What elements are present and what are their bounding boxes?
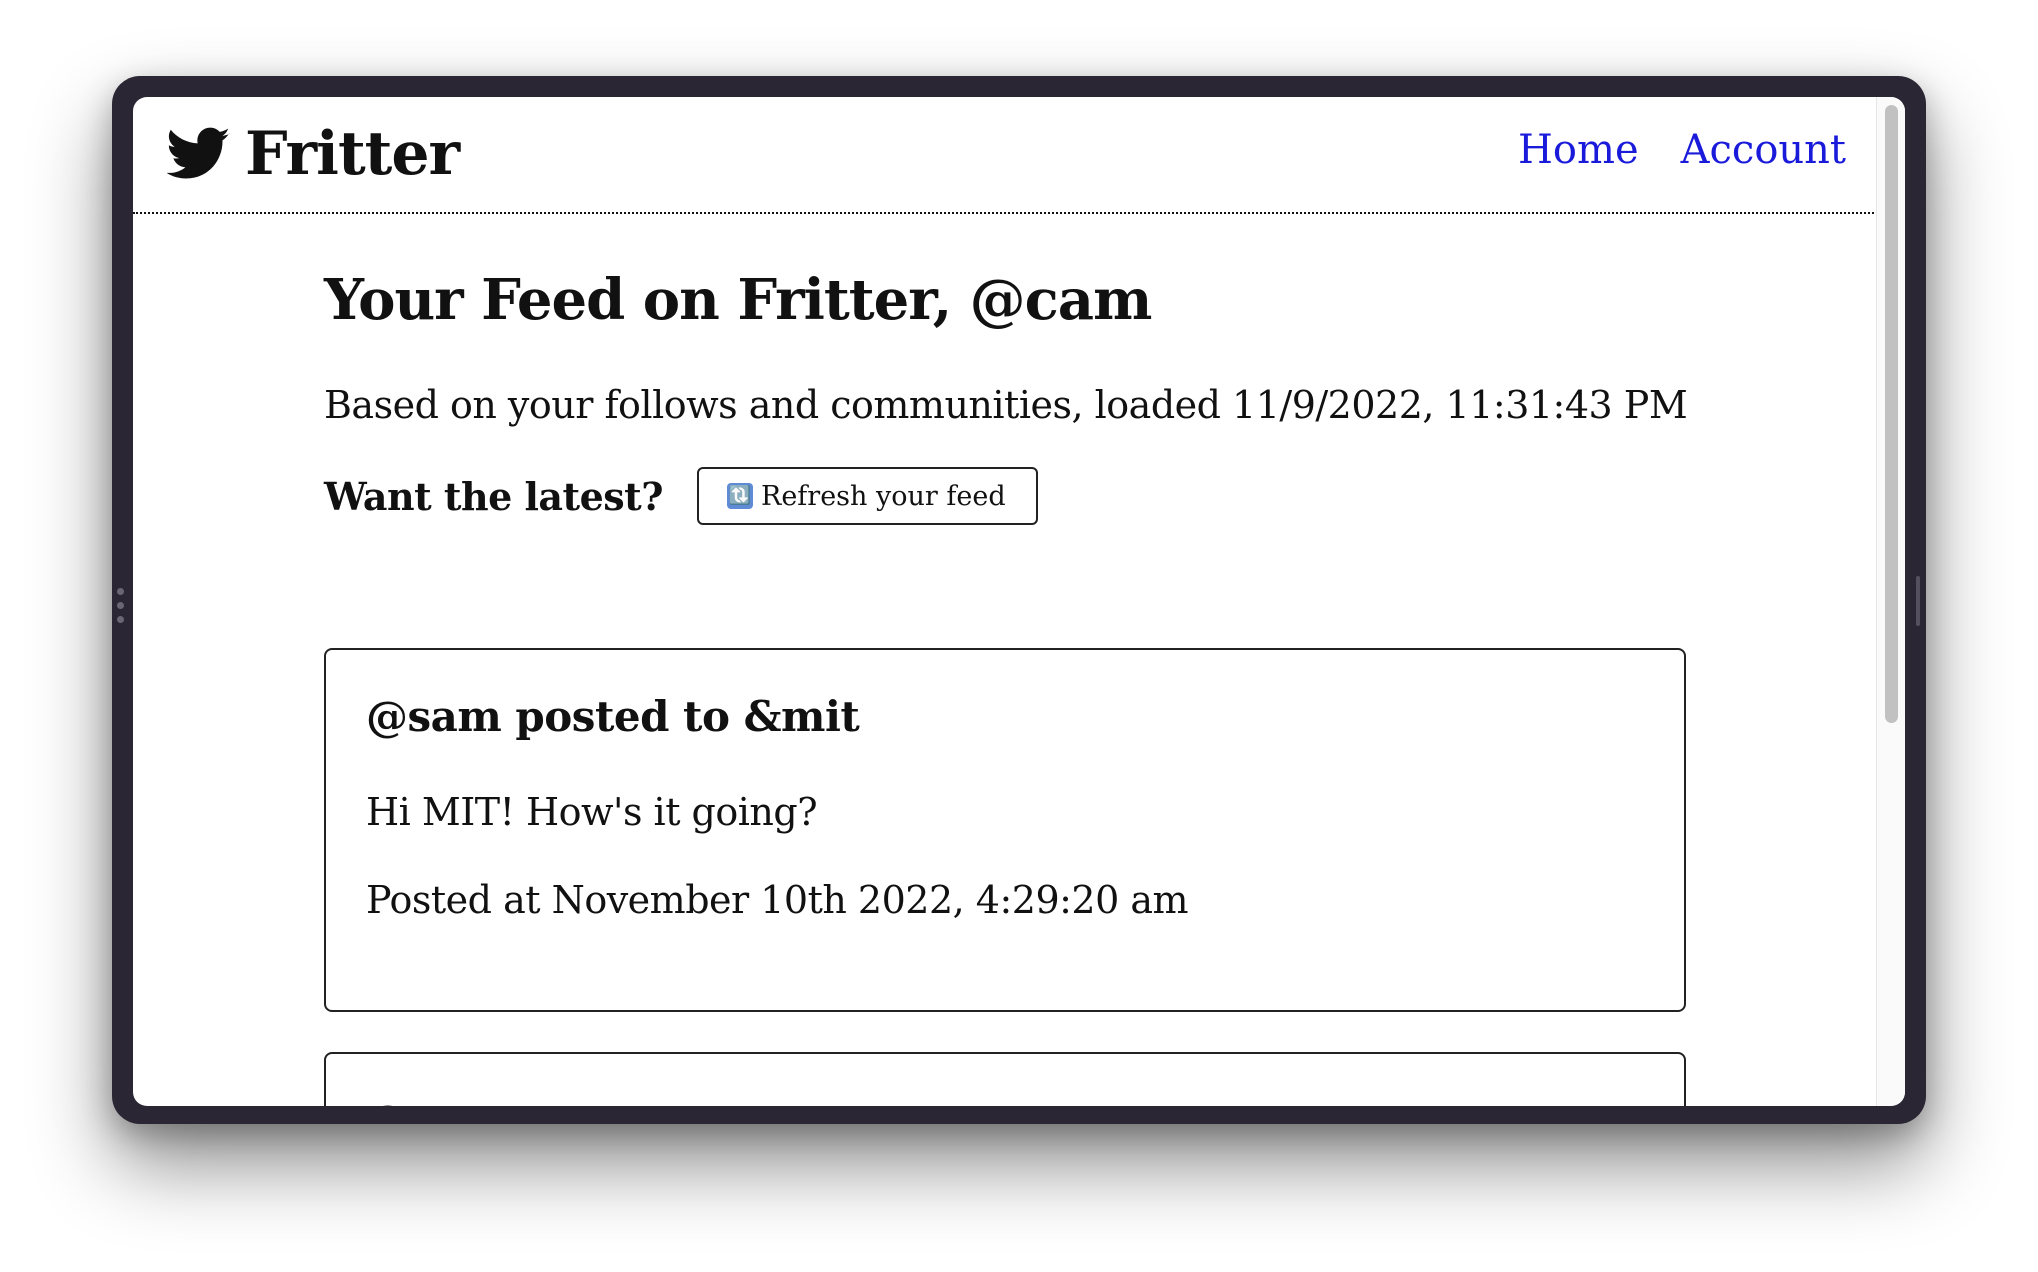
post-header: @sam xyxy=(366,1096,502,1106)
refresh-feed-button[interactable]: 🔃 Refresh your feed xyxy=(697,467,1038,525)
post-content: Hi MIT! How's it going? xyxy=(366,790,818,834)
feed-main: Your Feed on Fritter, @cam Based on your… xyxy=(324,267,1724,525)
top-navbar: Fritter Home Account xyxy=(133,97,1878,214)
feed-subtitle: Based on your follows and communities, l… xyxy=(324,383,1688,427)
vertical-scrollbar[interactable] xyxy=(1876,97,1905,1106)
device-frame: Fritter Home Account Your Feed on Fritte… xyxy=(112,76,1926,1124)
scrollbar-thumb[interactable] xyxy=(1885,105,1898,723)
post-header: @sam posted to &mit xyxy=(366,692,860,741)
nav-links: Home Account xyxy=(1518,127,1846,173)
page-title: Your Feed on Fritter, @cam xyxy=(324,267,1152,333)
post-card: @sam xyxy=(324,1052,1686,1106)
post-card: @sam posted to &mit Hi MIT! How's it goi… xyxy=(324,648,1686,1012)
nav-home-link[interactable]: Home xyxy=(1518,127,1639,173)
nav-account-link[interactable]: Account xyxy=(1681,127,1846,173)
post-timestamp: Posted at November 10th 2022, 4:29:20 am xyxy=(366,878,1189,922)
device-side-handle xyxy=(117,588,125,644)
refresh-row: Want the latest? 🔃 Refresh your feed xyxy=(324,467,1724,525)
brand-logo-link[interactable]: Fritter xyxy=(167,119,460,189)
browser-viewport: Fritter Home Account Your Feed on Fritte… xyxy=(133,97,1905,1106)
refresh-prompt: Want the latest? xyxy=(324,473,664,519)
device-side-grip xyxy=(1916,576,1920,626)
brand-name: Fritter xyxy=(245,119,460,189)
refresh-icon: 🔃 xyxy=(727,483,753,509)
refresh-button-label: Refresh your feed xyxy=(761,480,1006,512)
bird-logo-icon xyxy=(167,127,230,179)
